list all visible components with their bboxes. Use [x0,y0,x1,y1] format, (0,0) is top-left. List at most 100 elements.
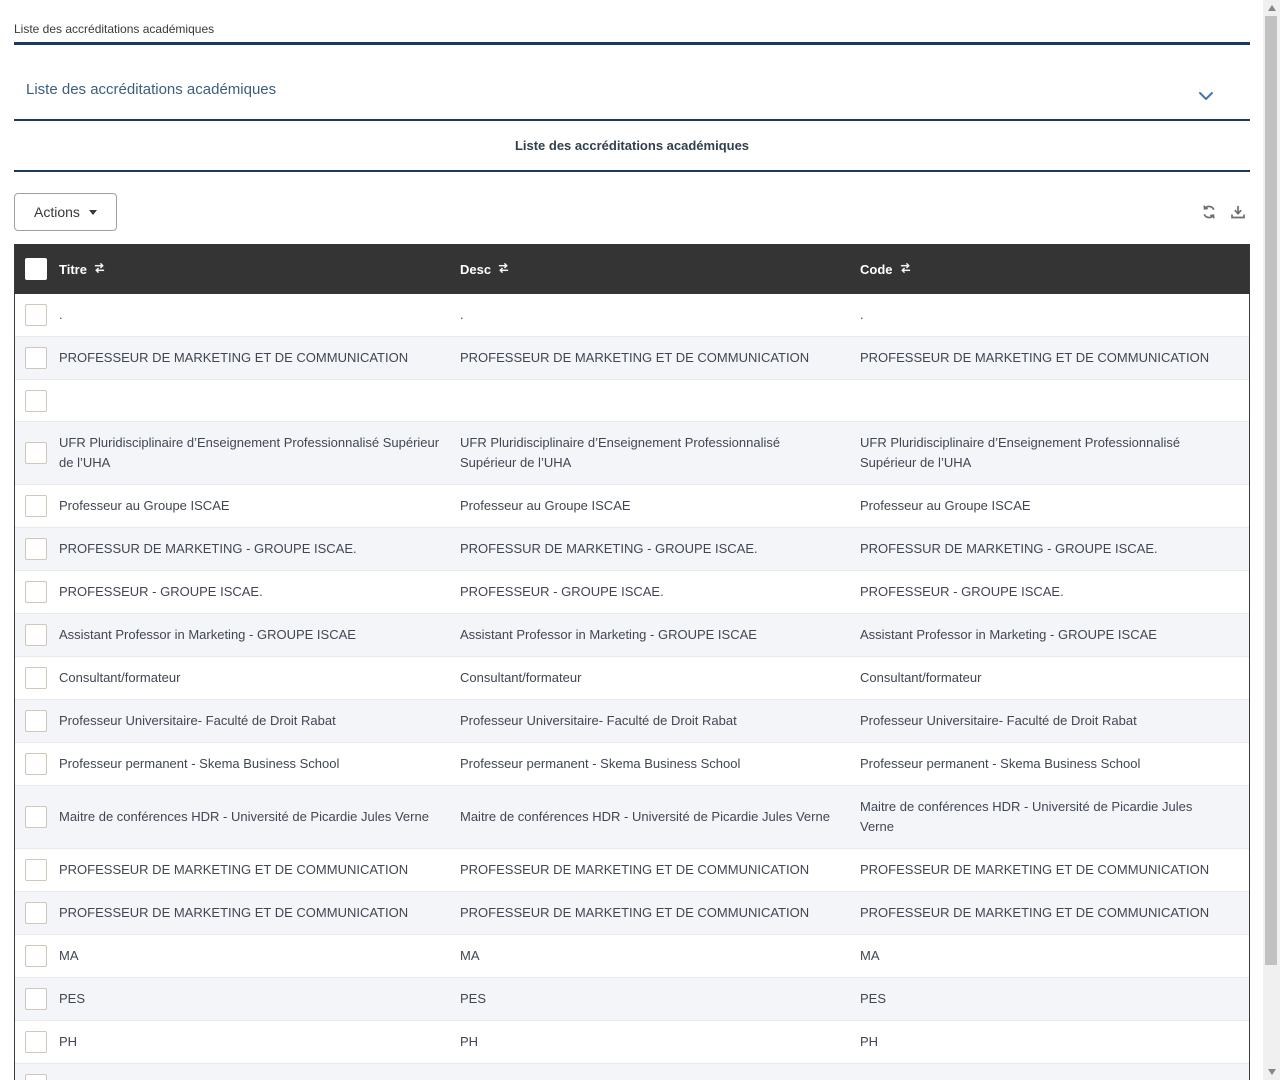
column-header-desc-label: Desc [460,262,491,277]
row-checkbox[interactable] [25,304,47,326]
row-checkbox[interactable] [25,538,47,560]
cell-code: PA [860,1064,1249,1080]
row-checkbox-cell [15,538,59,560]
row-checkbox[interactable] [25,902,47,924]
row-checkbox[interactable] [25,859,47,881]
interactive-report-table: Titre Desc [14,244,1250,1080]
refresh-icon[interactable] [1201,204,1217,220]
cell-titre: UFR Pluridisciplinaire d’Enseignement Pr… [59,422,460,484]
row-checkbox-cell [15,945,59,967]
table-row: PROFESSUR DE MARKETING - GROUPE ISCAE.PR… [15,528,1249,571]
row-checkbox-cell [15,442,59,464]
row-checkbox-cell [15,347,59,369]
region-header[interactable]: Liste des accréditations académiques [14,45,1250,121]
row-checkbox[interactable] [25,945,47,967]
row-checkbox-cell [15,667,59,689]
cell-titre: PROFESSEUR DE MARKETING ET DE COMMUNICAT… [59,849,460,891]
cell-code: PROFESSEUR - GROUPE ISCAE. [860,571,1249,613]
cell-desc: PROFESSEUR DE MARKETING ET DE COMMUNICAT… [460,849,860,891]
cell-code: UFR Pluridisciplinaire d’Enseignement Pr… [860,422,1249,484]
actions-button[interactable]: Actions [14,193,117,231]
cell-desc: Professeur au Groupe ISCAE [460,485,860,527]
column-header-desc[interactable]: Desc [460,262,860,277]
table-row: PROFESSEUR DE MARKETING ET DE COMMUNICAT… [15,849,1249,892]
cell-desc: PROFESSEUR DE MARKETING ET DE COMMUNICAT… [460,892,860,934]
row-checkbox-cell [15,806,59,828]
row-checkbox[interactable] [25,624,47,646]
row-checkbox[interactable] [25,347,47,369]
row-checkbox-cell [15,1031,59,1053]
content-container: Liste des accréditations académiques Lis… [14,0,1250,1080]
cell-code: . [860,294,1249,336]
page: Liste des accréditations académiques Lis… [0,0,1280,1080]
scrollbar[interactable] [1263,0,1280,1080]
cell-code: Professeur permanent - Skema Business Sc… [860,743,1249,785]
cell-code: PROFESSEUR DE MARKETING ET DE COMMUNICAT… [860,337,1249,379]
scroll-down-arrow[interactable] [1263,1064,1280,1080]
table-row: PROFESSEUR DE MARKETING ET DE COMMUNICAT… [15,892,1249,935]
cell-desc: PROFESSEUR - GROUPE ISCAE. [460,571,860,613]
column-header-titre[interactable]: Titre [59,262,460,277]
cell-titre: PA [59,1064,460,1080]
cell-code: Consultant/formateur [860,657,1249,699]
table-row: ... [15,294,1249,337]
cell-titre: . [59,294,460,336]
download-icon[interactable] [1230,204,1246,220]
row-checkbox-cell [15,624,59,646]
column-header-code[interactable]: Code [860,262,1249,277]
table-row: PROFESSEUR - GROUPE ISCAE.PROFESSEUR - G… [15,571,1249,614]
scrollbar-thumb[interactable] [1265,16,1277,965]
cell-titre: Maitre de conférences HDR - Université d… [59,796,460,838]
row-checkbox[interactable] [25,1074,47,1080]
table-row: PHPHPH [15,1021,1249,1064]
scroll-up-arrow[interactable] [1263,0,1280,16]
cell-titre: PROFESSEUR DE MARKETING ET DE COMMUNICAT… [59,892,460,934]
cell-code: Assistant Professor in Marketing - GROUP… [860,614,1249,656]
table-row: UFR Pluridisciplinaire d’Enseignement Pr… [15,422,1249,485]
cell-code: Maitre de conférences HDR - Université d… [860,786,1249,848]
table-row: Professeur permanent - Skema Business Sc… [15,743,1249,786]
table-row: PROFESSEUR DE MARKETING ET DE COMMUNICAT… [15,337,1249,380]
cell-desc: PH [460,1021,860,1063]
row-checkbox-cell [15,859,59,881]
cell-titre: PROFESSUR DE MARKETING - GROUPE ISCAE. [59,528,460,570]
cell-desc: UFR Pluridisciplinaire d’Enseignement Pr… [460,422,860,484]
breadcrumb-tab-title: Liste des accréditations académiques [14,0,1250,37]
cell-titre: PH [59,1021,460,1063]
row-checkbox-cell [15,390,59,412]
table-row: MAMAMA [15,935,1249,978]
column-header-titre-label: Titre [59,262,87,277]
select-all-checkbox[interactable] [25,258,47,280]
table-row: PESPESPES [15,978,1249,1021]
row-checkbox[interactable] [25,581,47,603]
cell-code: PH [860,1021,1249,1063]
report-title: Liste des accréditations académiques [515,138,749,153]
table-row: Maitre de conférences HDR - Université d… [15,786,1249,849]
chevron-down-icon[interactable] [1198,89,1214,101]
row-checkbox[interactable] [25,442,47,464]
table-row: Professeur Universitaire- Faculté de Dro… [15,700,1249,743]
row-checkbox[interactable] [25,710,47,732]
cell-desc: Assistant Professor in Marketing - GROUP… [460,614,860,656]
cell-titre: Consultant/formateur [59,657,460,699]
table-row [15,380,1249,422]
row-checkbox[interactable] [25,988,47,1010]
row-checkbox-cell [15,1074,59,1080]
cell-titre: Professeur au Groupe ISCAE [59,485,460,527]
row-checkbox[interactable] [25,1031,47,1053]
row-checkbox[interactable] [25,806,47,828]
cell-desc: Professeur Universitaire- Faculté de Dro… [460,700,860,742]
actions-button-label: Actions [34,204,80,220]
sort-icon [899,262,912,277]
table-row: Consultant/formateurConsultant/formateur… [15,657,1249,700]
toolbar: Actions [14,172,1250,244]
row-checkbox[interactable] [25,390,47,412]
cell-code: PROFESSEUR DE MARKETING ET DE COMMUNICAT… [860,849,1249,891]
row-checkbox[interactable] [25,753,47,775]
row-checkbox[interactable] [25,667,47,689]
row-checkbox-cell [15,753,59,775]
row-checkbox[interactable] [25,495,47,517]
cell-desc: Consultant/formateur [460,657,860,699]
cell-code: PROFESSEUR DE MARKETING ET DE COMMUNICAT… [860,892,1249,934]
toolbar-icons [1201,204,1250,220]
